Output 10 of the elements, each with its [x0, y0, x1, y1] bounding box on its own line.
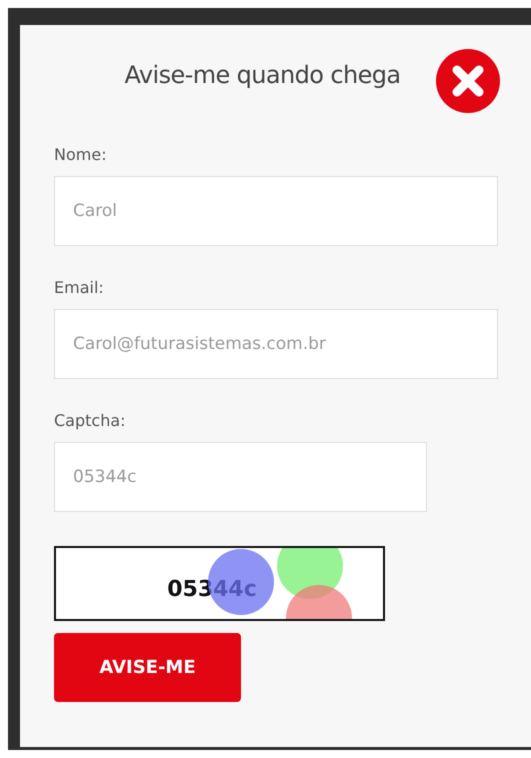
- field-label: Nome:: [54, 145, 107, 166]
- input-field[interactable]: 05344c: [54, 442, 427, 512]
- field-label: Email:: [54, 278, 104, 299]
- field-label: Captcha:: [54, 411, 126, 432]
- close-icon[interactable]: [436, 49, 500, 113]
- captcha-image: 05344c: [54, 546, 385, 621]
- submit-button[interactable]: AVISE-ME: [54, 633, 241, 702]
- modal-title: Avise-me quando chega: [124, 61, 400, 89]
- input-field[interactable]: Carol@futurasistemas.com.br: [54, 309, 498, 379]
- input-field[interactable]: Carol: [54, 176, 498, 246]
